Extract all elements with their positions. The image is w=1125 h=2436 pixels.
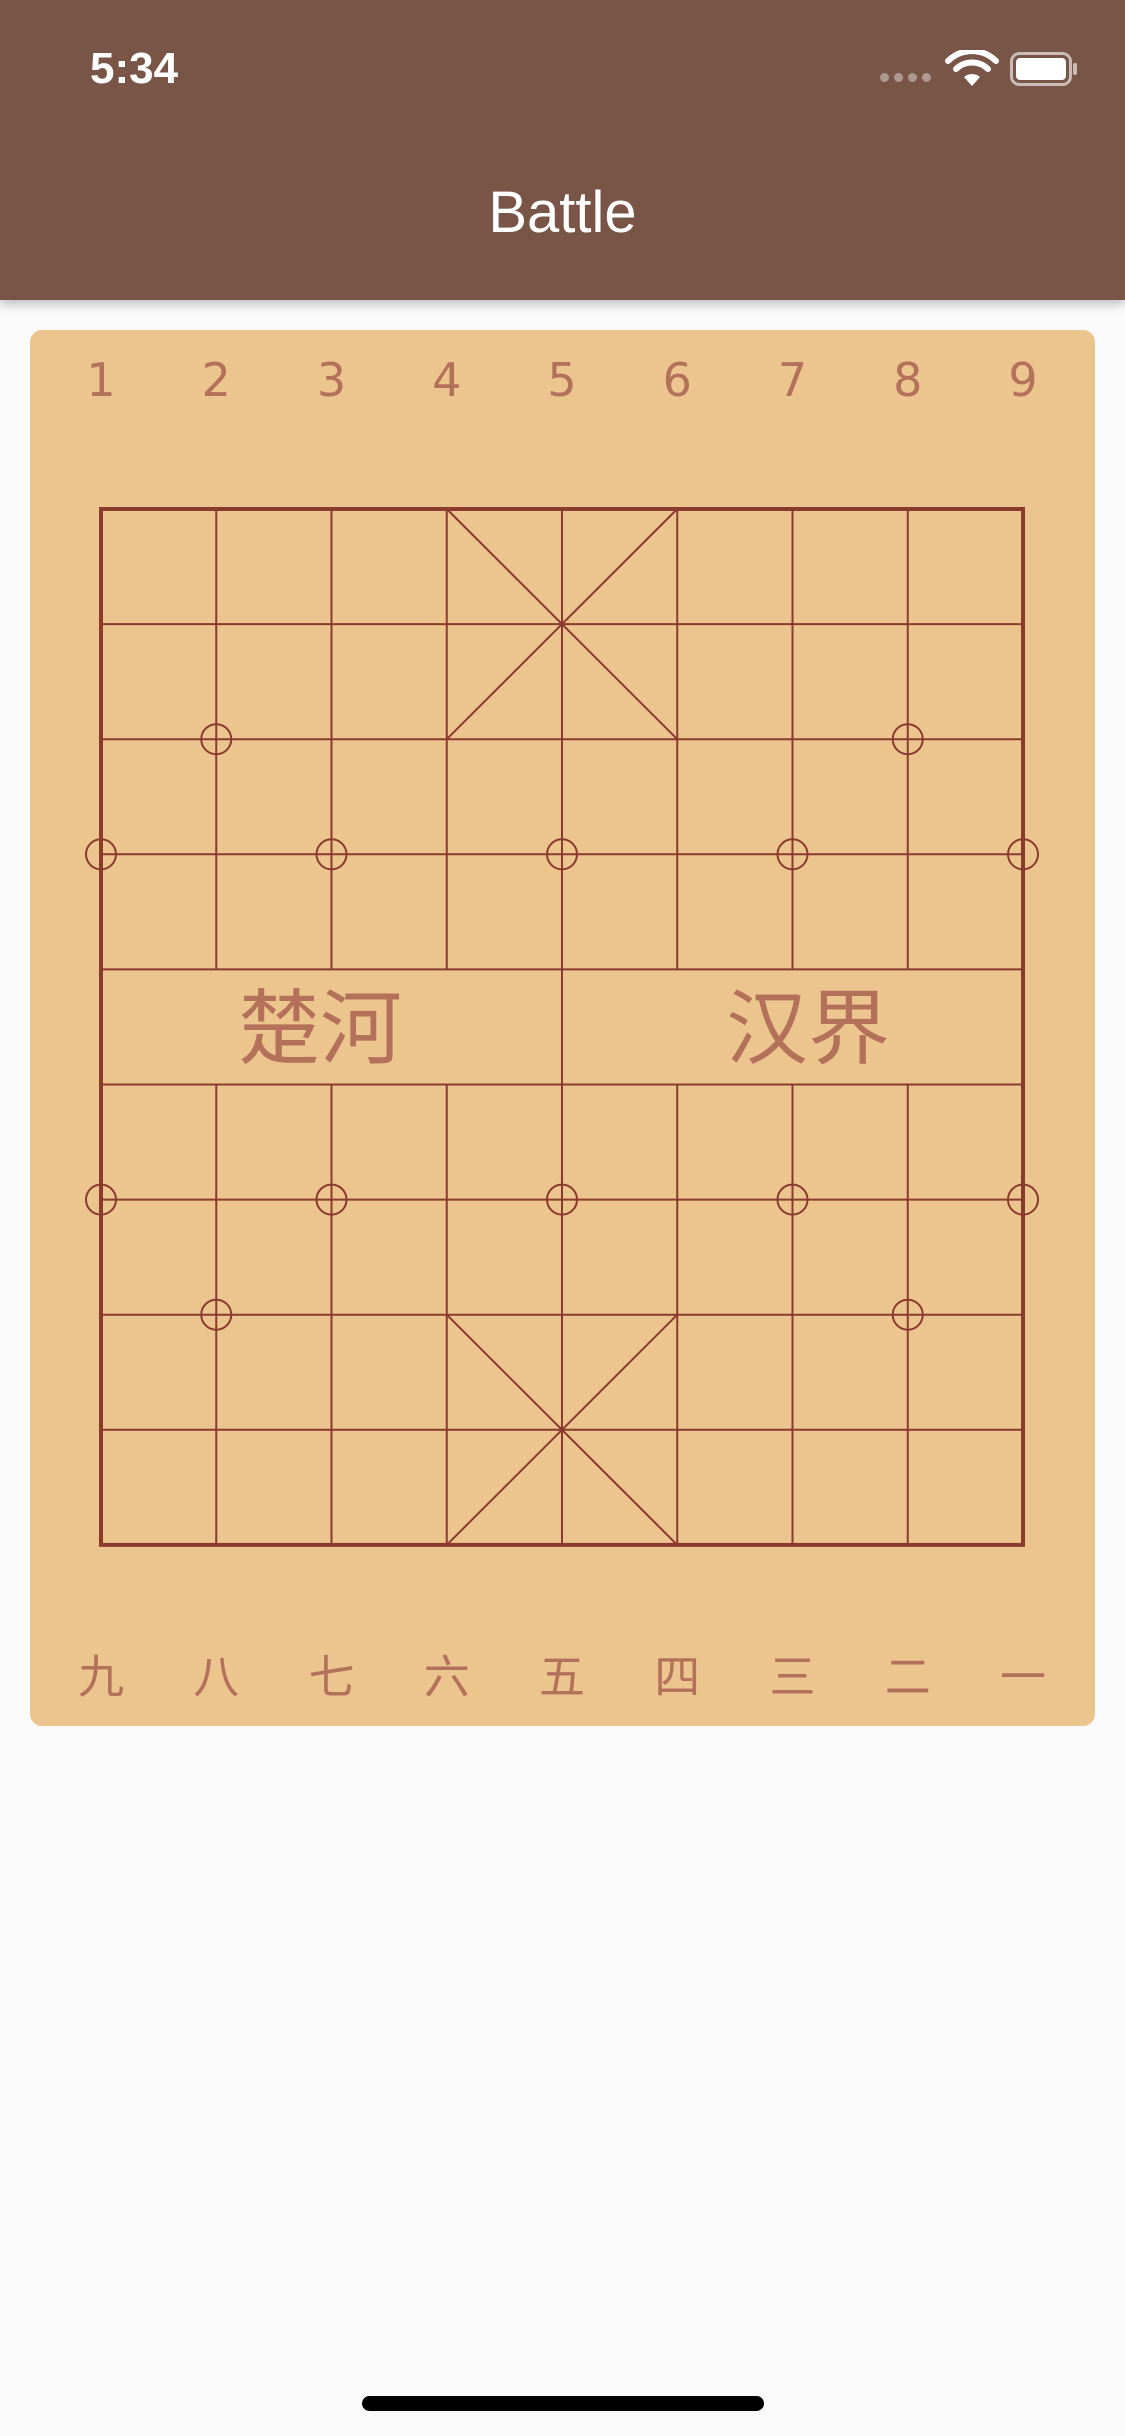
file-label-bottom: 五 — [539, 1650, 585, 1704]
cellular-signal-icon — [880, 73, 931, 82]
file-label-top: 2 — [202, 353, 231, 407]
file-label-bottom: 四 — [654, 1650, 700, 1704]
file-label-top: 1 — [86, 353, 115, 407]
file-label-top: 4 — [432, 353, 461, 407]
file-label-bottom: 一 — [1000, 1650, 1046, 1704]
status-time: 5:34 — [90, 44, 179, 93]
board-grid[interactable]: 1 2 3 4 5 6 7 8 9 楚河 汉界 九 八 七 六 五 四 三 二 一 — [30, 330, 1095, 1726]
battery-icon — [1010, 52, 1077, 86]
file-label-top: 9 — [1008, 353, 1037, 407]
wifi-icon — [945, 50, 999, 86]
file-label-bottom: 三 — [770, 1650, 816, 1704]
file-label-bottom: 二 — [885, 1650, 931, 1704]
file-label-top: 8 — [893, 353, 922, 407]
home-indicator[interactable] — [362, 2396, 764, 2411]
chess-board[interactable]: 1 2 3 4 5 6 7 8 9 楚河 汉界 九 八 七 六 五 四 三 二 一 — [30, 330, 1095, 1726]
file-label-top: 6 — [663, 353, 692, 407]
file-label-top: 5 — [547, 353, 576, 407]
file-label-bottom: 七 — [309, 1650, 355, 1704]
river-label-left: 楚河 — [238, 982, 402, 1077]
file-label-top: 3 — [317, 353, 346, 407]
app-bar: 5:34 Battle — [0, 0, 1125, 300]
file-label-bottom: 九 — [78, 1650, 124, 1704]
river-label-right: 汉界 — [726, 982, 890, 1077]
file-label-bottom: 八 — [193, 1650, 239, 1704]
file-label-bottom: 六 — [424, 1650, 470, 1704]
file-label-top: 7 — [778, 353, 807, 407]
page-title: Battle — [488, 180, 637, 245]
